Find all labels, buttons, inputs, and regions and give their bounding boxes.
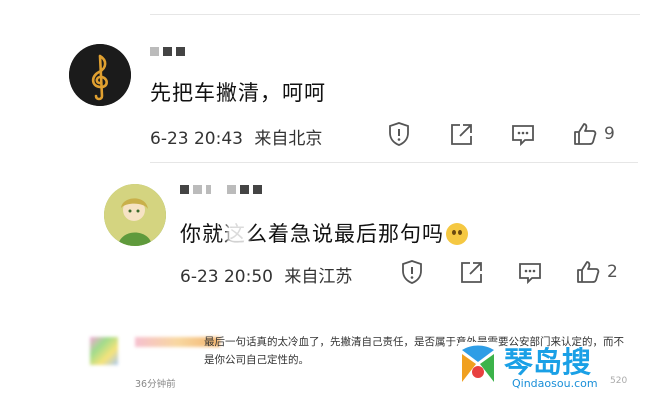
- comment-meta: 6-23 20:43 来自北京: [150, 124, 322, 149]
- thumbs-up-icon: [574, 123, 597, 145]
- report-icon: [402, 260, 422, 284]
- avatar[interactable]: [90, 337, 118, 365]
- watermark-logo-icon: [458, 342, 498, 386]
- comment-button[interactable]: [510, 123, 536, 147]
- report-button[interactable]: [399, 259, 425, 285]
- redaction-blur: [227, 215, 249, 245]
- bottom-comment-time: 36分钟前: [135, 379, 176, 390]
- comment-icon: [512, 125, 534, 147]
- comment-location: 来自北京: [254, 129, 323, 149]
- share-icon: [451, 124, 472, 145]
- top-divider: [150, 14, 640, 15]
- avatar[interactable]: [104, 184, 166, 246]
- watermark: 琴岛搜 Qindaosou.com: [458, 336, 633, 396]
- smile-emoji-icon: [446, 223, 468, 245]
- comment-text: 先把车撇清，呵呵: [150, 81, 326, 105]
- page: 先把车撇清，呵呵 6-23 20:43 来自北京 9 你就这么着急说最后那句吗 …: [0, 0, 665, 401]
- like-count: 9: [604, 124, 615, 144]
- like-button[interactable]: 2: [575, 259, 618, 285]
- avatar[interactable]: [69, 44, 131, 106]
- treble-clef-icon: [69, 44, 131, 106]
- comment-text-content: 你就这么着急说最后那句吗: [180, 222, 444, 246]
- comment-icon: [519, 263, 541, 285]
- share-button[interactable]: [449, 122, 474, 147]
- watermark-title: 琴岛搜: [504, 345, 592, 379]
- share-icon: [461, 262, 482, 283]
- comment-location: 来自江苏: [284, 267, 353, 287]
- report-button[interactable]: [386, 121, 412, 147]
- like-count: 2: [607, 262, 618, 282]
- like-button[interactable]: 9: [572, 121, 615, 147]
- username-redacted: [180, 182, 262, 196]
- report-icon: [389, 122, 409, 146]
- username-redacted: [150, 44, 185, 58]
- comment-button[interactable]: [517, 261, 543, 285]
- share-button[interactable]: [459, 260, 484, 285]
- comment-date: 6-23 20:43: [150, 129, 243, 149]
- comment-date: 6-23 20:50: [180, 267, 273, 287]
- comment-text: 你就这么着急说最后那句吗: [180, 218, 468, 248]
- anime-avatar-icon: [104, 184, 166, 246]
- comment-meta: 6-23 20:50 来自江苏: [180, 262, 352, 287]
- watermark-url: Qindaosou.com: [512, 377, 598, 390]
- comment-divider: [150, 162, 638, 163]
- thumbs-up-icon: [577, 261, 600, 283]
